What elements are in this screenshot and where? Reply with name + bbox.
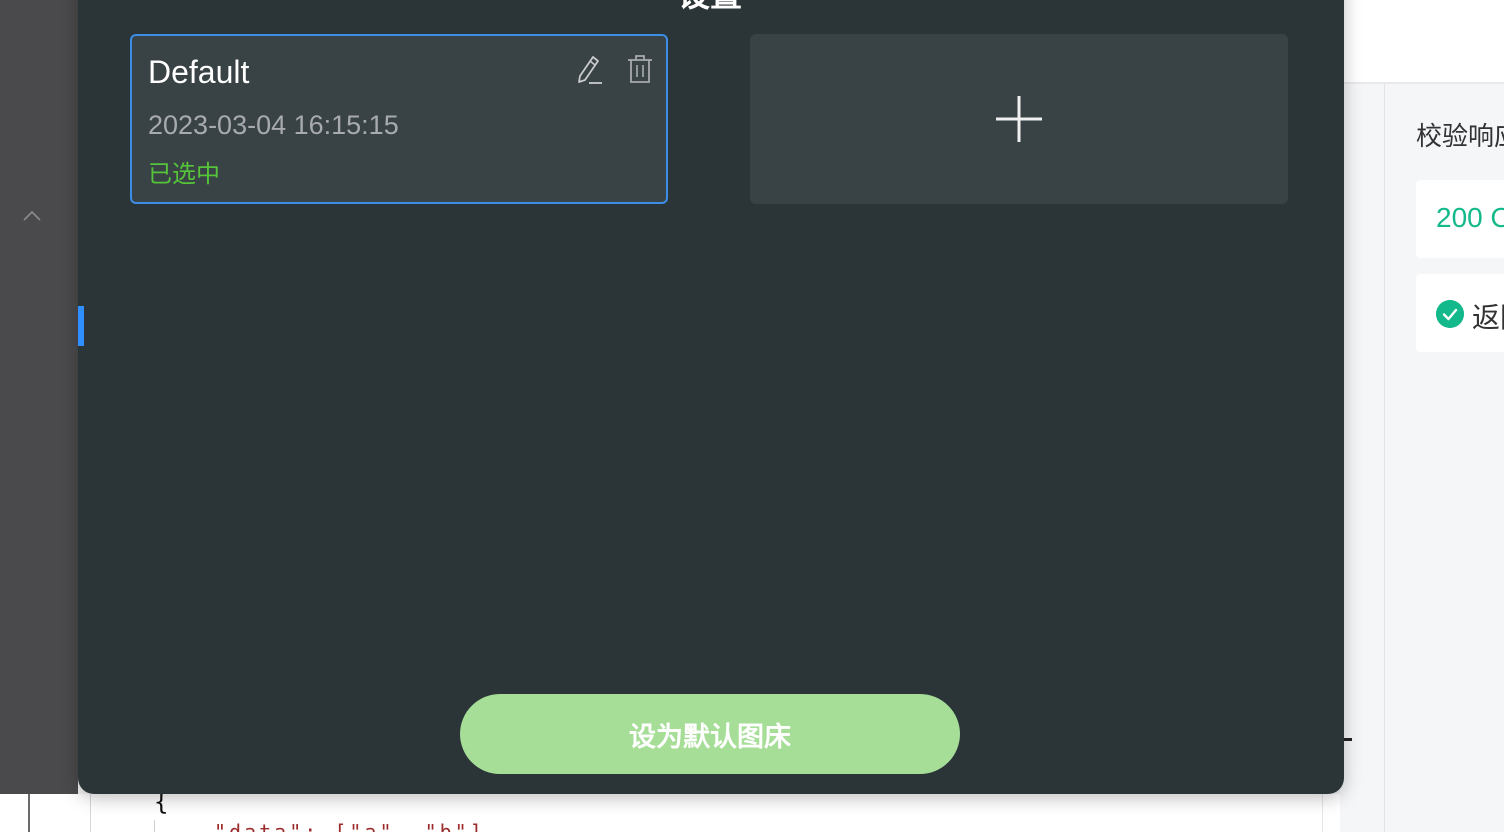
editor-gutter-border [28, 794, 30, 832]
edit-icon[interactable] [574, 52, 604, 86]
status-code-card: 200 OK [1416, 180, 1504, 258]
config-card-default[interactable]: Default 2023-03-04 16:15:15 已选中 [130, 34, 668, 204]
config-name: Default [148, 54, 250, 90]
dialog-title: 设置 [678, 0, 742, 16]
editor-line-number-border [90, 794, 91, 832]
selected-status-label: 已选中 [148, 161, 220, 188]
background-section-title: 校验响应 [1416, 121, 1504, 151]
left-sidebar-strip [0, 0, 78, 794]
background-app-topbar [1340, 0, 1504, 84]
picbed-settings-dialog: 设置 Default 2023-03-04 16:15:15 已选中 [78, 0, 1344, 794]
result-text: 返回 [1472, 302, 1504, 333]
screen: { "data": ["a", "b"] 校验响应 200 OK 返回 设置 D… [0, 0, 1504, 832]
plus-icon [996, 96, 1042, 142]
config-created-time: 2023-03-04 16:15:15 [148, 110, 399, 140]
result-card: 返回 [1416, 274, 1504, 352]
focus-indicator [78, 306, 84, 346]
status-code-text: 200 OK [1436, 202, 1504, 233]
trash-icon[interactable] [626, 52, 654, 86]
add-config-card[interactable] [750, 34, 1288, 204]
set-default-picbed-button[interactable]: 设为默认图床 [460, 694, 960, 774]
code-editor-background [0, 794, 1340, 832]
check-circle-icon [1436, 300, 1464, 328]
code-line-partial: "data": ["a", "b"] [214, 822, 485, 832]
background-divider-2 [1384, 84, 1385, 832]
indent-guide [154, 820, 155, 832]
chevron-up-icon[interactable] [22, 206, 42, 226]
